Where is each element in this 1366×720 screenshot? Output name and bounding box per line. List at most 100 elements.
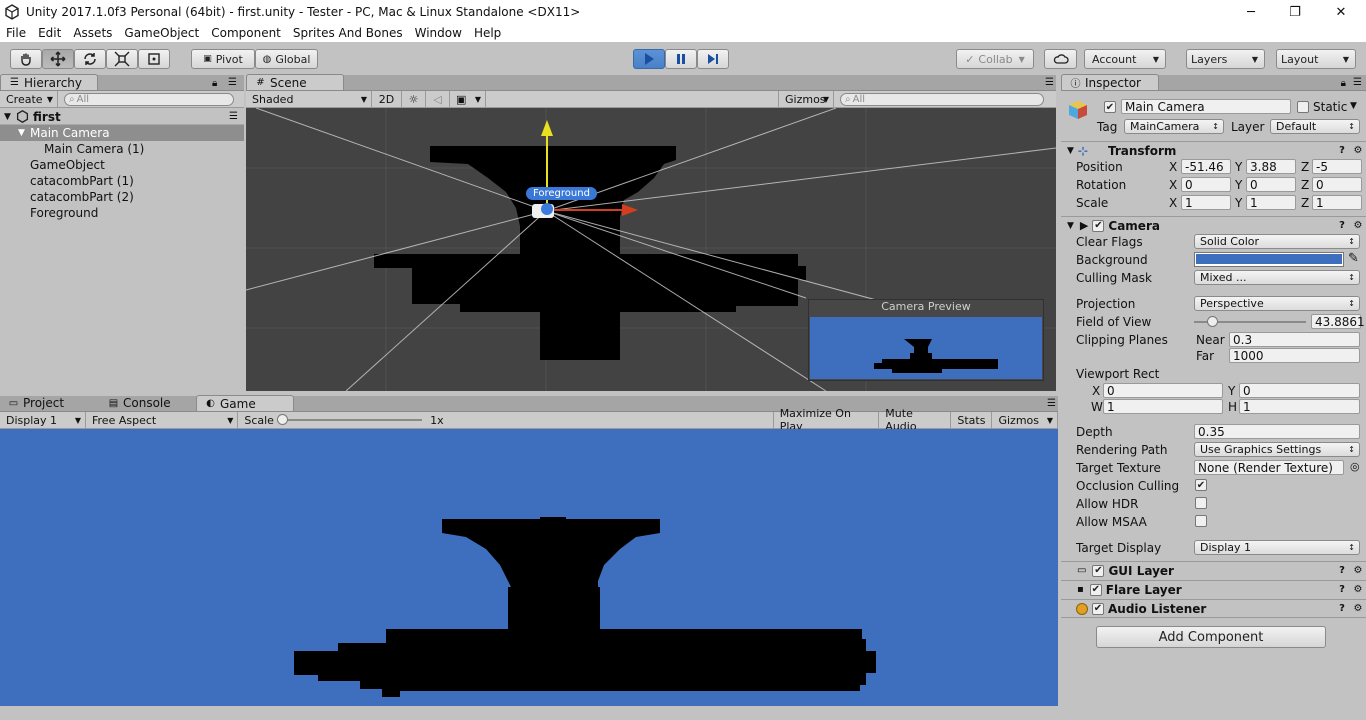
menu-window[interactable]: Window	[409, 26, 468, 40]
allow-hdr-checkbox[interactable]	[1195, 497, 1207, 509]
panel-menu-icon[interactable]: ☰	[1353, 77, 1362, 88]
audio-listener-header[interactable]: ✔ Audio Listener ? ⚙	[1061, 599, 1366, 617]
flare-layer-header[interactable]: ▪ ✔ Flare Layer ? ⚙	[1061, 580, 1366, 598]
expand-arrow-icon[interactable]: ▼	[18, 128, 30, 138]
game-gizmos-dropdown[interactable]: Gizmos ▼	[992, 411, 1058, 429]
maximize-button[interactable]: ❐	[1272, 0, 1318, 24]
scene-menu-icon[interactable]: ☰	[229, 111, 238, 122]
play-button[interactable]	[633, 49, 665, 69]
help-icon[interactable]: ?	[1336, 603, 1348, 615]
menu-assets[interactable]: Assets	[67, 26, 118, 40]
occlusion-culling-checkbox[interactable]: ✔	[1195, 479, 1207, 491]
menu-component[interactable]: Component	[205, 26, 287, 40]
layout-dropdown[interactable]: Layout ▼	[1276, 49, 1356, 69]
transform-header[interactable]: ▼ ⊹ Transform ? ⚙	[1061, 141, 1366, 159]
hierarchy-item-catacombpart-2[interactable]: catacombPart (2)	[0, 189, 244, 205]
stats-button[interactable]: Stats	[951, 411, 993, 429]
shading-mode-dropdown[interactable]: Shaded ▼	[246, 90, 372, 108]
layers-dropdown[interactable]: Layers ▼	[1186, 49, 1265, 69]
object-picker-icon[interactable]: ◎	[1350, 460, 1360, 473]
fov-slider-thumb[interactable]	[1206, 316, 1218, 327]
lock-icon[interactable]: 🔒︎	[1341, 78, 1346, 89]
depth-field[interactable]: 0.35	[1194, 424, 1360, 439]
pivot-toggle-button[interactable]: ▣ Pivot	[191, 49, 255, 69]
menu-sprites-and-bones[interactable]: Sprites And Bones	[287, 26, 409, 40]
pause-button[interactable]	[665, 49, 697, 69]
settings-gear-icon[interactable]: ⚙	[1352, 220, 1364, 232]
layer-dropdown[interactable]: Default ↕	[1270, 119, 1360, 134]
scene-viewport[interactable]: Foreground Camera Preview	[246, 108, 1056, 391]
menu-edit[interactable]: Edit	[32, 26, 67, 40]
allow-msaa-checkbox[interactable]	[1195, 515, 1207, 527]
rendering-path-dropdown[interactable]: Use Graphics Settings ↕	[1194, 442, 1360, 457]
rotate-tool-button[interactable]	[74, 49, 106, 69]
maximize-on-play-button[interactable]: Maximize On Play	[772, 407, 880, 433]
help-icon[interactable]: ?	[1336, 220, 1348, 232]
projection-dropdown[interactable]: Perspective ↕	[1194, 296, 1360, 311]
hierarchy-item-main-camera-1[interactable]: Main Camera (1)	[0, 141, 244, 157]
panel-menu-icon[interactable]: ☰	[1045, 77, 1054, 88]
global-toggle-button[interactable]: ◍ Global	[255, 49, 318, 69]
account-dropdown[interactable]: Account ▼	[1084, 49, 1166, 69]
tag-dropdown[interactable]: MainCamera ↕	[1124, 119, 1224, 134]
scene-root-item[interactable]: ▼ first ☰	[0, 109, 244, 125]
flare-layer-checkbox[interactable]: ✔	[1089, 583, 1102, 596]
close-button[interactable]: ✕	[1318, 0, 1364, 24]
clear-flags-dropdown[interactable]: Solid Color ↕	[1194, 234, 1360, 249]
camera-enabled-checkbox[interactable]: ✔	[1092, 219, 1105, 232]
settings-gear-icon[interactable]: ⚙	[1352, 603, 1364, 615]
settings-gear-icon[interactable]: ⚙	[1352, 565, 1364, 577]
rotation-z-field[interactable]: 0	[1312, 177, 1362, 192]
minimize-button[interactable]: ─	[1228, 0, 1274, 24]
far-field[interactable]: 1000	[1229, 348, 1360, 363]
gizmos-dropdown[interactable]: Gizmos ▼	[778, 90, 834, 108]
collab-dropdown[interactable]: ✓ Collab ▼	[956, 49, 1034, 69]
gui-layer-checkbox[interactable]: ✔	[1092, 564, 1105, 577]
mute-audio-button[interactable]: Mute Audio	[879, 407, 952, 433]
menu-file[interactable]: File	[0, 26, 32, 40]
fov-field[interactable]: 43.8861	[1311, 314, 1365, 329]
cloud-button[interactable]	[1044, 49, 1077, 69]
viewport-y-field[interactable]: 0	[1239, 383, 1360, 398]
position-x-field[interactable]: -51.46	[1181, 159, 1231, 174]
tab-scene[interactable]: # Scene	[246, 74, 344, 90]
target-texture-field[interactable]: None (Render Texture)	[1194, 460, 1344, 475]
game-viewport[interactable]	[0, 429, 1058, 706]
gameobject-name-field[interactable]: Main Camera	[1121, 99, 1291, 114]
culling-mask-dropdown[interactable]: Mixed ... ↕	[1194, 270, 1360, 285]
panel-menu-icon[interactable]: ☰	[228, 77, 237, 88]
gui-layer-header[interactable]: ▭ ✔ GUI Layer ? ⚙	[1061, 561, 1366, 579]
expand-arrow-icon[interactable]: ▼	[4, 112, 14, 122]
target-display-dropdown[interactable]: Display 1 ↕	[1194, 540, 1360, 555]
effects-dropdown[interactable]: ▣ ▼	[450, 90, 486, 108]
help-icon[interactable]: ?	[1336, 145, 1348, 157]
viewport-x-field[interactable]: 0	[1103, 383, 1223, 398]
lock-icon[interactable]: 🔒︎	[212, 78, 217, 89]
static-dropdown-arrow-icon[interactable]: ▼	[1350, 101, 1357, 111]
settings-gear-icon[interactable]: ⚙	[1352, 145, 1364, 157]
fov-slider[interactable]	[1194, 315, 1306, 329]
foldout-arrow-icon[interactable]: ▼	[1067, 146, 1074, 156]
near-field[interactable]: 0.3	[1229, 332, 1360, 347]
scale-slider-thumb[interactable]	[276, 414, 288, 425]
scale-tool-button[interactable]	[106, 49, 138, 69]
settings-gear-icon[interactable]: ⚙	[1352, 584, 1364, 596]
help-icon[interactable]: ?	[1336, 584, 1348, 596]
viewport-h-field[interactable]: 1	[1239, 399, 1360, 414]
rotation-x-field[interactable]: 0	[1181, 177, 1231, 192]
menu-gameobject[interactable]: GameObject	[118, 26, 205, 40]
eyedropper-icon[interactable]: ✎	[1348, 251, 1359, 266]
active-checkbox[interactable]: ✔	[1104, 101, 1116, 113]
2d-toggle-button[interactable]: 2D	[372, 90, 402, 108]
tab-hierarchy[interactable]: ☰ Hierarchy	[0, 74, 98, 90]
camera-header[interactable]: ▼ ▶ ✔ Camera ? ⚙	[1061, 216, 1366, 234]
audio-toggle[interactable]: ◁	[426, 90, 450, 108]
hierarchy-search-input[interactable]: ⌕ All	[64, 92, 234, 106]
lighting-toggle[interactable]: ☼	[402, 90, 426, 108]
display-dropdown[interactable]: Display 1 ▼	[0, 411, 86, 429]
scale-z-field[interactable]: 1	[1312, 195, 1362, 210]
help-icon[interactable]: ?	[1336, 565, 1348, 577]
hierarchy-item-gameobject[interactable]: GameObject	[0, 157, 244, 173]
rotation-y-field[interactable]: 0	[1246, 177, 1296, 192]
position-y-field[interactable]: 3.88	[1246, 159, 1296, 174]
